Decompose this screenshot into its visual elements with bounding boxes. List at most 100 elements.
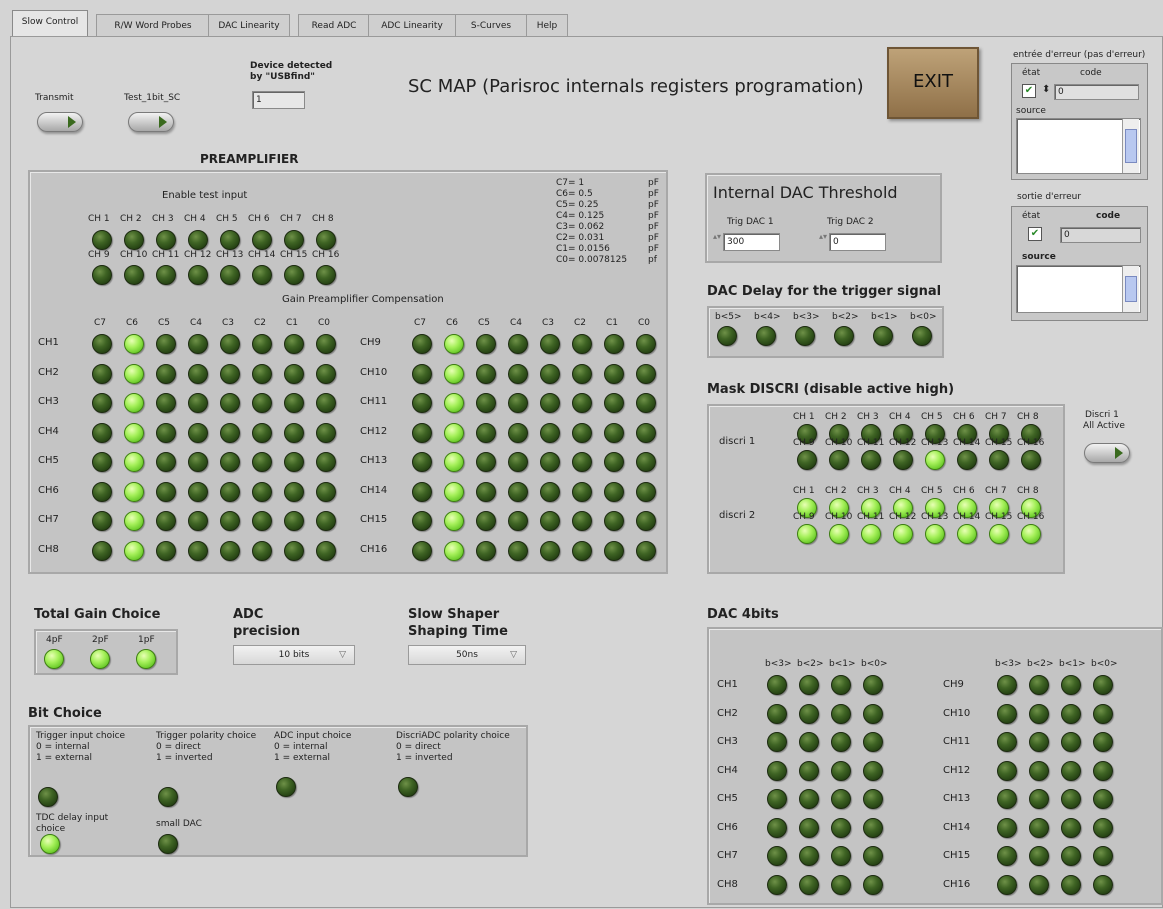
gain-bit-led[interactable] <box>252 363 272 384</box>
gain-bit-led[interactable] <box>540 452 560 472</box>
gain-bit-led[interactable] <box>316 511 336 531</box>
gain-bit-led[interactable] <box>508 334 528 354</box>
discri1-mask-led[interactable] <box>1021 450 1041 470</box>
gain-bit-led[interactable] <box>604 452 624 472</box>
gain-bit-led[interactable] <box>444 334 464 354</box>
gain-bit-led[interactable] <box>316 481 336 502</box>
gain-bit-led[interactable] <box>444 393 464 413</box>
discri1-mask-led[interactable] <box>989 450 1009 470</box>
discri2-mask-led[interactable] <box>829 524 849 544</box>
dac4-bit-led[interactable] <box>1029 846 1049 866</box>
dac4-bit-led[interactable] <box>767 846 787 866</box>
dac4-bit-led[interactable] <box>863 675 883 695</box>
dac4-bit-led[interactable] <box>1093 817 1113 838</box>
gain-bit-led[interactable] <box>92 363 112 384</box>
dac4-bit-led[interactable] <box>799 760 819 781</box>
dac4-bit-led[interactable] <box>1029 732 1049 752</box>
gain-bit-led[interactable] <box>540 334 560 354</box>
gain-bit-led[interactable] <box>92 422 112 443</box>
gain-bit-led[interactable] <box>508 393 528 413</box>
gain-bit-led[interactable] <box>124 363 144 384</box>
dac4-bit-led[interactable] <box>1029 817 1049 838</box>
dac4-bit-led[interactable] <box>1029 760 1049 781</box>
gain-bit-led[interactable] <box>636 540 656 561</box>
enable-test-led[interactable] <box>124 265 144 285</box>
gain-bit-led[interactable] <box>252 481 272 502</box>
gain-bit-led[interactable] <box>476 334 496 354</box>
enable-test-led[interactable] <box>156 265 176 285</box>
trig-dac2-field[interactable]: 0 <box>829 233 886 251</box>
dac4-bit-led[interactable] <box>831 675 851 695</box>
gain-bit-led[interactable] <box>252 511 272 531</box>
discri2-mask-led[interactable] <box>893 524 913 544</box>
tab-dac-linearity[interactable]: DAC Linearity <box>208 14 290 37</box>
dac4-bit-led[interactable] <box>799 789 819 809</box>
gain-bit-led[interactable] <box>476 393 496 413</box>
dac4-bit-led[interactable] <box>863 817 883 838</box>
gain-bit-led[interactable] <box>476 511 496 531</box>
gain-bit-led[interactable] <box>316 363 336 384</box>
gain-bit-led[interactable] <box>412 393 432 413</box>
gain-bit-led[interactable] <box>316 393 336 413</box>
gain-bit-led[interactable] <box>508 540 528 561</box>
gain-bit-led[interactable] <box>412 540 432 561</box>
bit-choice-led[interactable] <box>158 787 178 807</box>
scrollbar[interactable] <box>1122 119 1139 173</box>
gain-bit-led[interactable] <box>188 422 208 443</box>
dac4-bit-led[interactable] <box>799 817 819 838</box>
dac-delay-bit-led[interactable] <box>717 326 737 346</box>
transmit-toggle[interactable] <box>37 112 83 132</box>
tdc-delay-led[interactable] <box>40 834 60 854</box>
total-gain-led[interactable] <box>136 649 156 669</box>
gain-bit-led[interactable] <box>604 511 624 531</box>
discri2-mask-led[interactable] <box>989 524 1009 544</box>
gain-bit-led[interactable] <box>636 363 656 384</box>
dac4-bit-led[interactable] <box>1029 675 1049 695</box>
gain-bit-led[interactable] <box>636 422 656 443</box>
gain-bit-led[interactable] <box>252 393 272 413</box>
gain-bit-led[interactable] <box>572 511 592 531</box>
gain-bit-led[interactable] <box>188 334 208 354</box>
dac4-bit-led[interactable] <box>1093 874 1113 895</box>
gain-bit-led[interactable] <box>284 540 304 561</box>
bit-choice-led[interactable] <box>398 777 418 797</box>
gain-bit-led[interactable] <box>284 363 304 384</box>
discri2-mask-led[interactable] <box>797 524 817 544</box>
scrollbar-thumb[interactable] <box>1125 276 1137 302</box>
discri1-all-active-toggle[interactable] <box>1084 443 1130 463</box>
error-in-status-checkbox[interactable]: ✔ <box>1022 84 1036 98</box>
gain-bit-led[interactable] <box>284 334 304 354</box>
dac-delay-bit-led[interactable] <box>795 326 815 346</box>
gain-bit-led[interactable] <box>540 393 560 413</box>
dac4-bit-led[interactable] <box>831 760 851 781</box>
enable-test-led[interactable] <box>124 230 144 250</box>
discri2-mask-led[interactable] <box>925 524 945 544</box>
gain-bit-led[interactable] <box>188 452 208 472</box>
gain-bit-led[interactable] <box>476 540 496 561</box>
gain-bit-led[interactable] <box>412 511 432 531</box>
gain-bit-led[interactable] <box>92 452 112 472</box>
dac4-bit-led[interactable] <box>767 874 787 895</box>
tab-s-curves[interactable]: S-Curves <box>455 14 527 37</box>
gain-bit-led[interactable] <box>124 481 144 502</box>
dac4-bit-led[interactable] <box>997 874 1017 895</box>
shaping-time-dropdown[interactable]: 50ns ▽ <box>408 645 526 665</box>
gain-bit-led[interactable] <box>540 540 560 561</box>
enable-test-led[interactable] <box>316 265 336 285</box>
gain-bit-led[interactable] <box>604 422 624 443</box>
gain-bit-led[interactable] <box>508 481 528 502</box>
dac4-bit-led[interactable] <box>1061 703 1081 724</box>
dac4-bit-led[interactable] <box>863 789 883 809</box>
gain-bit-led[interactable] <box>604 393 624 413</box>
enable-test-led[interactable] <box>316 230 336 250</box>
enable-test-led[interactable] <box>156 230 176 250</box>
gain-bit-led[interactable] <box>188 481 208 502</box>
discri2-mask-led[interactable] <box>861 524 881 544</box>
gain-bit-led[interactable] <box>92 334 112 354</box>
gain-bit-led[interactable] <box>156 511 176 531</box>
gain-bit-led[interactable] <box>412 481 432 502</box>
gain-bit-led[interactable] <box>92 540 112 561</box>
dac4-bit-led[interactable] <box>1093 703 1113 724</box>
gain-bit-led[interactable] <box>188 540 208 561</box>
gain-bit-led[interactable] <box>572 481 592 502</box>
